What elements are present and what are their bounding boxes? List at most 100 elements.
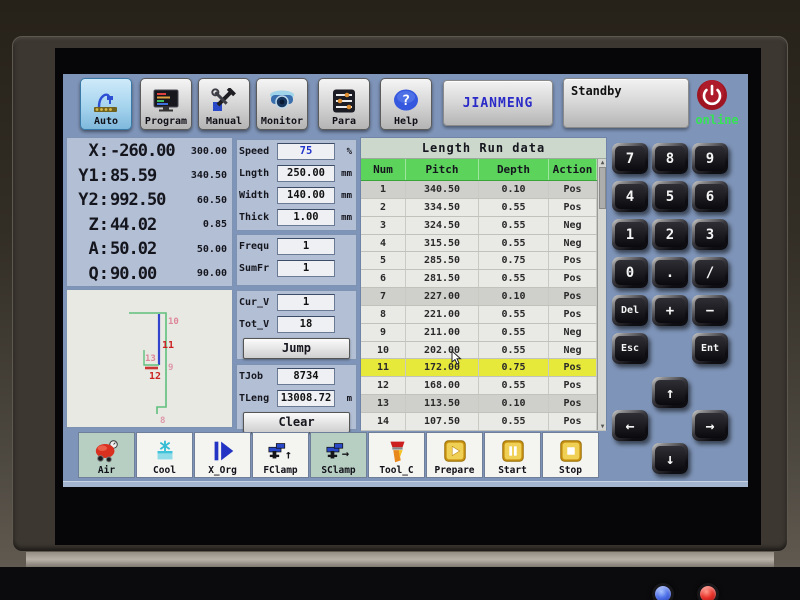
key-del[interactable]: Del: [612, 295, 648, 326]
tab-auto[interactable]: Auto: [80, 78, 132, 130]
physical-red-button[interactable]: [697, 583, 719, 600]
stop-button[interactable]: Stop: [542, 432, 599, 478]
table-row[interactable]: 2334.500.55Pos: [361, 199, 606, 217]
axis-ref: 60.50: [182, 195, 232, 206]
prepare-button[interactable]: Prepare: [426, 432, 483, 478]
frequ-input[interactable]: 1: [277, 238, 335, 255]
table-row[interactable]: 6281.500.55Pos: [361, 270, 606, 288]
table-row[interactable]: 7227.000.10Pos: [361, 288, 606, 306]
key-dot[interactable]: .: [652, 257, 688, 288]
footer-label: SClamp: [321, 465, 355, 476]
table-row[interactable]: 12168.000.55Pos: [361, 377, 606, 395]
width-input[interactable]: 140.00: [277, 187, 335, 204]
key-4[interactable]: 4: [612, 181, 648, 212]
status-text: Standby: [571, 84, 622, 98]
param-length: Lngth 250.00 mm: [237, 163, 356, 184]
table-row[interactable]: 13113.500.10Pos: [361, 395, 606, 413]
x-org-button[interactable]: X_Org: [194, 432, 251, 478]
speed-input[interactable]: 75: [277, 143, 335, 160]
table-row[interactable]: 9211.000.55Neg: [361, 324, 606, 342]
key-0[interactable]: 0: [612, 257, 648, 288]
brand-button[interactable]: JIANMENG: [443, 80, 553, 126]
tab-para[interactable]: Para: [318, 78, 370, 130]
key-esc[interactable]: Esc: [612, 333, 648, 364]
param-unit: mm: [335, 213, 352, 223]
key-minus[interactable]: −: [692, 295, 728, 326]
key-9[interactable]: 9: [692, 143, 728, 174]
table-row[interactable]: 1340.500.10Pos: [361, 181, 606, 199]
power-icon[interactable]: [696, 79, 728, 111]
tab-manual[interactable]: Manual: [198, 78, 250, 130]
table-header: Num Pitch Depth Action: [361, 159, 606, 181]
key-5[interactable]: 5: [652, 181, 688, 212]
scroll-thumb[interactable]: [599, 167, 606, 209]
param-label: Cur_V: [239, 297, 277, 308]
scroll-up-icon[interactable]: ▲: [598, 159, 607, 166]
table-row[interactable]: 8221.000.55Pos: [361, 306, 606, 324]
axis-label: A:: [67, 239, 109, 259]
bottom-toolbar: Air Cool X_Org: [78, 432, 601, 478]
axis-value: 90.00: [109, 264, 182, 284]
air-button[interactable]: Air: [78, 432, 135, 478]
key-plus[interactable]: +: [652, 295, 688, 326]
online-status: online: [683, 113, 751, 127]
key-6[interactable]: 6: [692, 181, 728, 212]
fclamp-button[interactable]: ↑ FClamp: [252, 432, 309, 478]
table-row[interactable]: 10202.000.55Neg: [361, 342, 606, 360]
scroll-down-icon[interactable]: ▼: [598, 423, 607, 430]
table-row-selected[interactable]: 11172.000.75Pos: [361, 359, 606, 377]
start-button[interactable]: Start: [484, 432, 541, 478]
table-row[interactable]: 14107.500.55Pos: [361, 413, 606, 431]
clear-button[interactable]: Clear: [243, 412, 350, 433]
param-speed: Speed 75 %: [237, 141, 356, 162]
axis-ref: 50.00: [182, 244, 232, 255]
key-arrow-left[interactable]: ←: [612, 410, 648, 441]
key-2[interactable]: 2: [652, 219, 688, 250]
key-arrow-down[interactable]: ↓: [652, 443, 688, 474]
param-label: Lngth: [239, 168, 277, 179]
param-label: Width: [239, 190, 277, 201]
sumfr-input[interactable]: 1: [277, 260, 335, 277]
header-pitch: Pitch: [406, 159, 479, 180]
key-1[interactable]: 1: [612, 219, 648, 250]
key-arrow-right[interactable]: →: [692, 410, 728, 441]
axis-ref: 300.00: [182, 146, 232, 157]
param-label: TLeng: [239, 393, 277, 404]
tab-monitor[interactable]: Monitor: [256, 78, 308, 130]
hmi-screen: Auto Program Manual: [63, 74, 748, 487]
cur-v-input[interactable]: 1: [277, 294, 335, 311]
footer-label: FClamp: [263, 465, 297, 476]
tab-label: Monitor: [261, 116, 303, 127]
footer-label: Tool_C: [379, 465, 413, 476]
footer-label: Stop: [559, 465, 582, 476]
key-ent[interactable]: Ent: [692, 333, 728, 364]
stop-square-icon: [557, 438, 585, 464]
status-panel: Standby: [563, 78, 689, 128]
svg-text:↑: ↑: [284, 447, 291, 461]
key-arrow-up[interactable]: ↑: [652, 377, 688, 408]
machine-front-panel: [0, 567, 800, 600]
svg-text:8: 8: [160, 416, 165, 426]
key-8[interactable]: 8: [652, 143, 688, 174]
tot-v-input[interactable]: 18: [277, 316, 335, 333]
tab-help[interactable]: ? Help: [380, 78, 432, 130]
air-compressor-icon: [93, 438, 121, 464]
table-row[interactable]: 4315.500.55Neg: [361, 235, 606, 253]
length-input[interactable]: 250.00: [277, 165, 335, 182]
table-row[interactable]: 3324.500.55Neg: [361, 217, 606, 235]
footer-label: Start: [498, 465, 527, 476]
table-row[interactable]: 5285.500.75Pos: [361, 252, 606, 270]
physical-blue-button[interactable]: [652, 583, 674, 600]
tool-c-button[interactable]: Tool_C: [368, 432, 425, 478]
cool-button[interactable]: Cool: [136, 432, 193, 478]
table-scrollbar[interactable]: ▲ ▼: [597, 159, 606, 430]
thick-input[interactable]: 1.00: [277, 209, 335, 226]
key-slash[interactable]: /: [692, 257, 728, 288]
tab-program[interactable]: Program: [140, 78, 192, 130]
jump-button[interactable]: Jump: [243, 338, 350, 359]
sclamp-button[interactable]: → SClamp: [310, 432, 367, 478]
axis-label: Y1:: [67, 166, 109, 186]
key-3[interactable]: 3: [692, 219, 728, 250]
key-7[interactable]: 7: [612, 143, 648, 174]
clamp-right-icon: →: [325, 438, 353, 464]
